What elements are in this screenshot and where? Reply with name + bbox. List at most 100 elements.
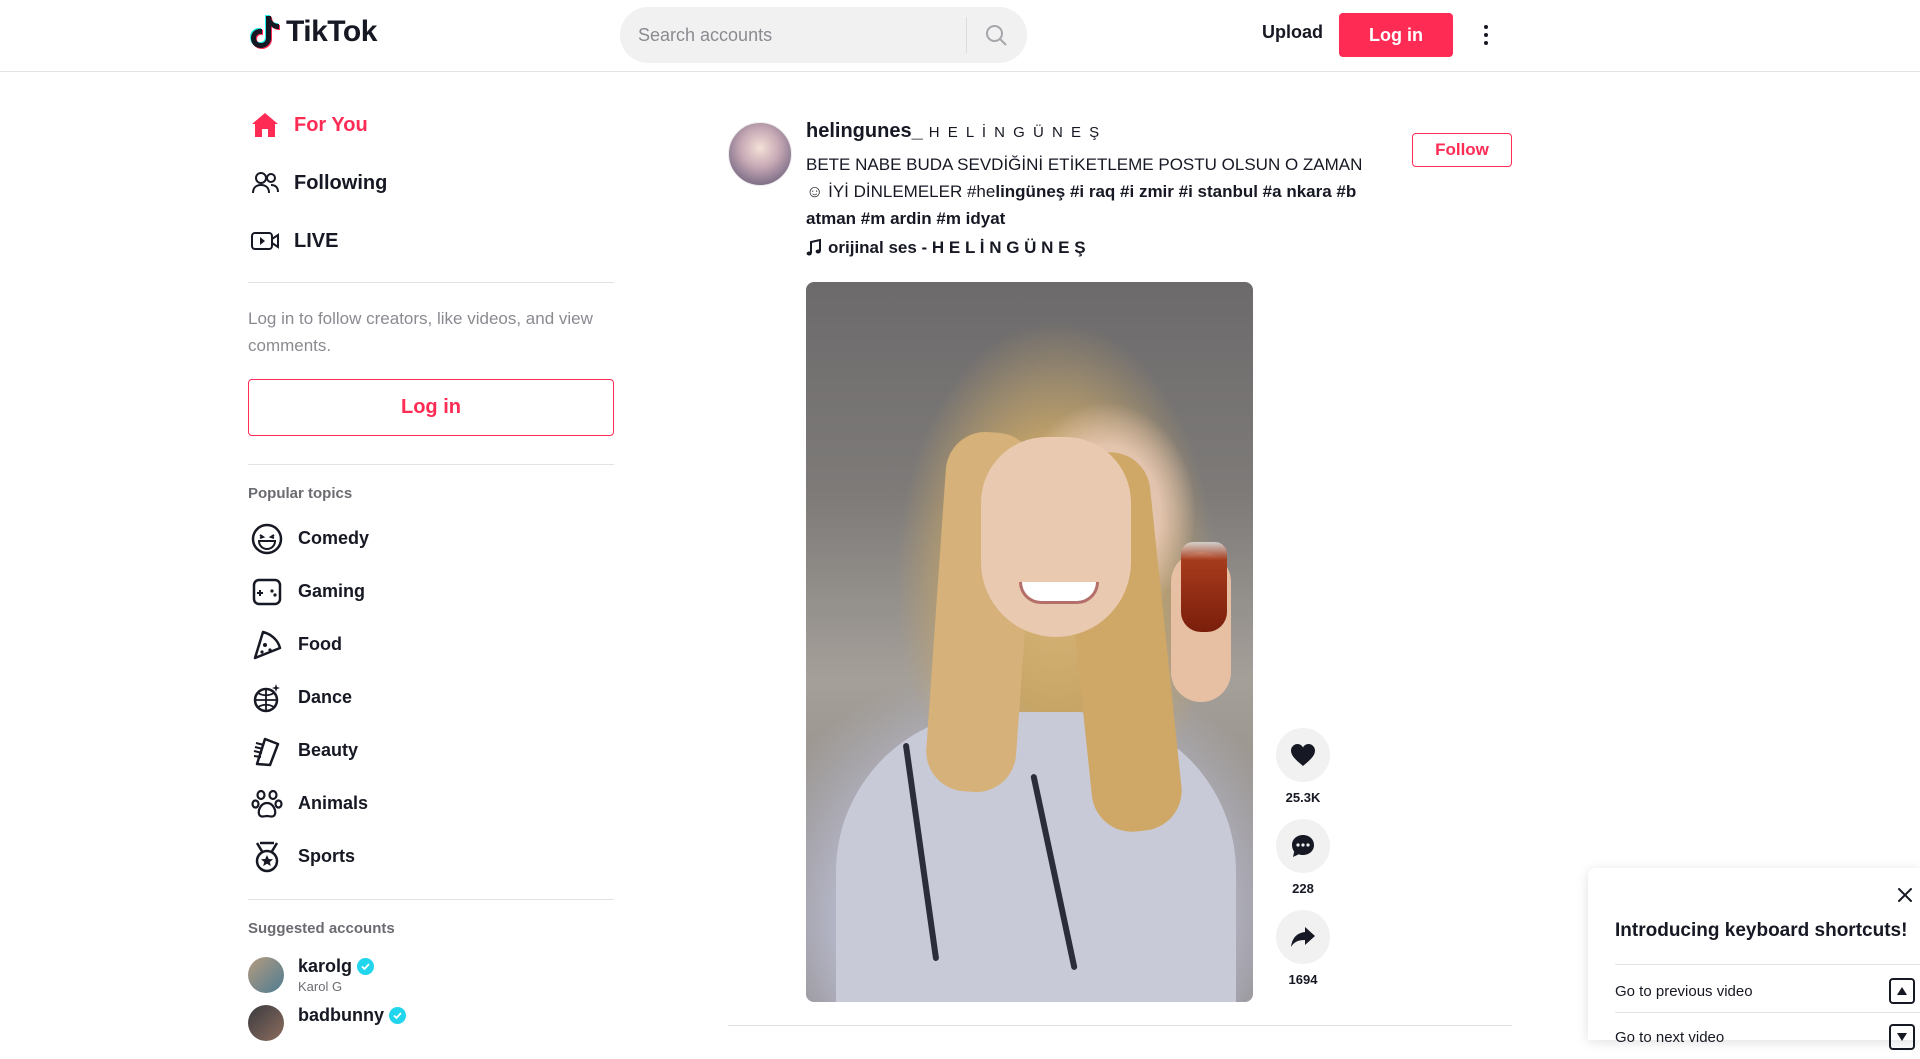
avatar xyxy=(248,1005,284,1041)
video-frame-detail xyxy=(1019,582,1099,604)
sidebar-item-for-you[interactable]: For You xyxy=(248,96,614,154)
suggested-account-karolg[interactable]: karolg Karol G xyxy=(248,947,614,1003)
close-icon[interactable] xyxy=(1896,886,1914,904)
share-button[interactable] xyxy=(1276,910,1330,964)
caption-line: ☺ İYİ DİNLEMELER #helingüneş #i raq #i z… xyxy=(806,178,1382,205)
more-options-icon[interactable] xyxy=(1474,20,1498,50)
arrow-up-key-icon xyxy=(1889,978,1915,1004)
author-nickname: H E L İ N G Ü N E Ş xyxy=(928,124,1102,141)
shortcuts-divider xyxy=(1615,1012,1920,1013)
caption-line: BETE NABE BUDA SEVDİĞİNİ ETİKETLEME POST… xyxy=(806,155,1363,174)
topic-comedy[interactable]: Comedy xyxy=(248,512,614,565)
topic-label: Dance xyxy=(298,687,353,707)
sidebar-item-live[interactable]: LIVE xyxy=(248,212,614,270)
tiktok-logo[interactable]: TikTok xyxy=(250,14,377,50)
video-player[interactable] xyxy=(806,282,1253,1002)
topic-sports[interactable]: Sports xyxy=(248,830,614,883)
popular-topics-title: Popular topics xyxy=(248,485,353,502)
shortcut-label: Go to previous video xyxy=(1615,982,1753,1000)
sidebar: For You Following LIVE Log in to follow … xyxy=(248,96,614,1059)
topic-label: Gaming xyxy=(298,581,366,601)
sidebar-login-button[interactable]: Log in xyxy=(248,379,614,436)
like-button[interactable] xyxy=(1276,728,1330,782)
share-action: 1694 xyxy=(1276,910,1330,987)
caption-line: atman #m ardin #m idyat xyxy=(806,205,1382,232)
suggested-accounts-title: Suggested accounts xyxy=(248,920,395,937)
sidebar-divider xyxy=(248,282,614,283)
music-title: orijinal ses - H E L İ N G Ü N E Ş xyxy=(828,238,1086,257)
search-icon xyxy=(986,25,1007,46)
post-divider xyxy=(728,1025,1512,1026)
music-note-icon xyxy=(806,239,821,256)
search-input[interactable] xyxy=(620,7,966,63)
sports-icon xyxy=(250,840,284,874)
like-count: 25.3K xyxy=(1285,790,1321,805)
search-button[interactable] xyxy=(967,7,1025,63)
username-text: karolg xyxy=(298,956,353,976)
post-actions: 25.3K 228 1694 xyxy=(1276,728,1330,1001)
sidebar-item-label: LIVE xyxy=(294,229,339,252)
comedy-icon xyxy=(250,522,284,556)
verified-badge-icon xyxy=(357,958,375,975)
topic-label: Food xyxy=(298,634,342,654)
tiktok-logo-icon xyxy=(250,15,280,49)
video-frame-detail xyxy=(1181,542,1227,632)
comment-count: 228 xyxy=(1292,881,1314,896)
account-username: karolg xyxy=(298,956,375,977)
comment-button[interactable] xyxy=(1276,819,1330,873)
post-info: helingunes_ H E L İ N G Ü N E Ş BETE NAB… xyxy=(806,120,1382,258)
topic-gaming[interactable]: Gaming xyxy=(248,565,614,618)
gaming-icon xyxy=(250,575,284,609)
sidebar-item-following[interactable]: Following xyxy=(248,154,614,212)
caption-text: İYİ DİNLEMELER #he xyxy=(828,182,996,201)
heart-icon xyxy=(1291,744,1315,766)
caption-hashtags[interactable]: atman #m ardin #m idyat xyxy=(806,209,1005,228)
topic-label: Animals xyxy=(298,793,369,813)
comment-icon xyxy=(1292,835,1314,857)
author-username[interactable]: helingunes_ xyxy=(806,120,923,143)
keyboard-shortcuts-popup: Introducing keyboard shortcuts! Go to pr… xyxy=(1588,868,1920,1050)
login-prompt-text: Log in to follow creators, like videos, … xyxy=(248,309,593,355)
video-frame-detail xyxy=(981,437,1131,637)
beauty-icon xyxy=(250,734,284,768)
shortcut-label: Go to next video xyxy=(1615,1028,1725,1046)
username-text: badbunny xyxy=(298,1005,384,1025)
comment-action: 228 xyxy=(1276,819,1330,896)
sidebar-divider xyxy=(248,899,614,900)
topic-label: Sports xyxy=(298,846,356,866)
sidebar-item-label: For You xyxy=(294,113,368,136)
top-header: TikTok Upload Log in xyxy=(0,0,1920,72)
topic-label: Beauty xyxy=(298,740,359,760)
share-count: 1694 xyxy=(1288,972,1318,987)
like-action: 25.3K xyxy=(1276,728,1330,805)
follow-button[interactable]: Follow xyxy=(1412,133,1512,167)
food-icon xyxy=(250,628,284,662)
author-line: helingunes_ H E L İ N G Ü N E Ş xyxy=(806,120,1382,143)
animals-icon xyxy=(250,787,284,821)
topic-food[interactable]: Food xyxy=(248,618,614,671)
author-avatar[interactable] xyxy=(728,122,792,186)
shortcut-row-next: Go to next video xyxy=(1615,1024,1915,1050)
account-username: badbunny xyxy=(298,1005,406,1026)
account-nickname: Karol G xyxy=(298,979,343,994)
header-login-button[interactable]: Log in xyxy=(1339,13,1453,57)
users-icon xyxy=(250,168,280,198)
topic-beauty[interactable]: Beauty xyxy=(248,724,614,777)
sidebar-divider xyxy=(248,464,614,465)
search-bar xyxy=(620,7,1027,63)
topic-animals[interactable]: Animals xyxy=(248,777,614,830)
caption-hashtags[interactable]: lingüneş #i raq #i zmir #i stanbul #a nk… xyxy=(995,182,1356,201)
suggested-account-badbunny[interactable]: badbunny xyxy=(248,1003,614,1059)
avatar xyxy=(248,957,284,993)
topic-label: Comedy xyxy=(298,528,370,548)
music-link[interactable]: orijinal ses - H E L İ N G Ü N E Ş xyxy=(806,238,1382,258)
tiktok-wordmark: TikTok xyxy=(286,15,377,48)
topic-dance[interactable]: Dance xyxy=(248,671,614,724)
shortcuts-title: Introducing keyboard shortcuts! xyxy=(1615,920,1908,941)
live-icon xyxy=(250,226,280,256)
upload-link[interactable]: Upload xyxy=(1262,22,1323,43)
share-icon xyxy=(1291,927,1315,947)
dance-icon xyxy=(250,681,284,715)
shortcuts-divider xyxy=(1615,964,1920,965)
shortcut-row-previous: Go to previous video xyxy=(1615,978,1915,1004)
